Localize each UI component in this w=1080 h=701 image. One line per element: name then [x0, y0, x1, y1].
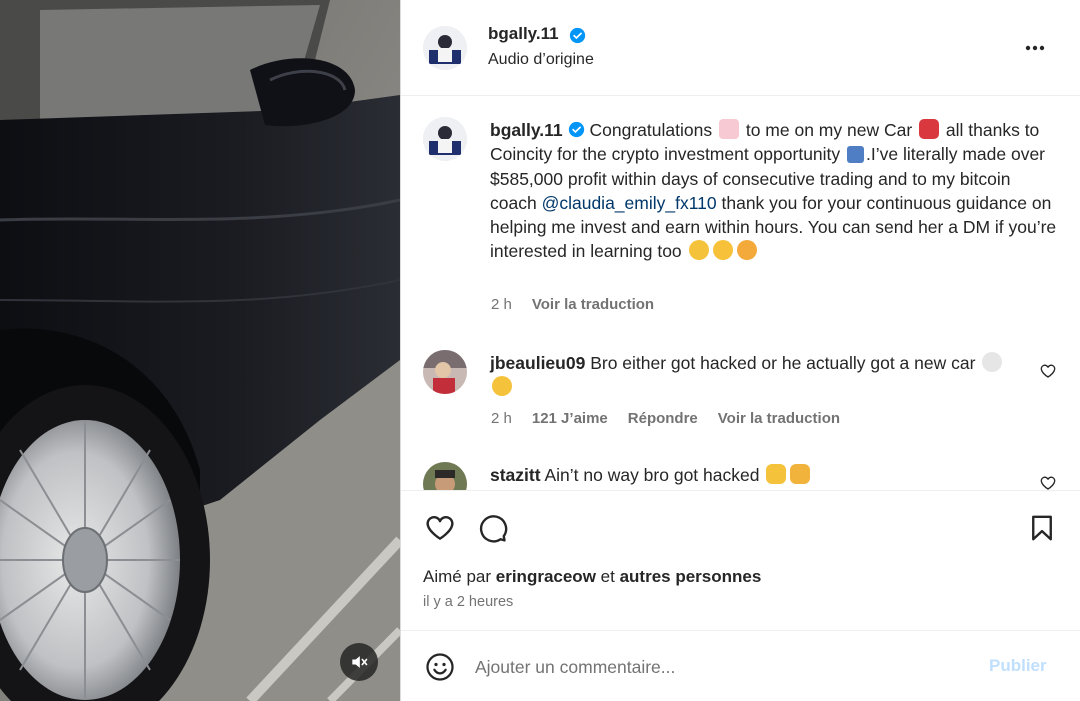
car-video-frame [0, 0, 400, 701]
audio-link[interactable]: Audio d’origine [488, 51, 594, 69]
fist-emoji-icon [790, 464, 811, 484]
caption-username[interactable]: bgally.11 [490, 120, 563, 140]
comments-list[interactable]: bgally.11 Congratulations to me on my ne… [401, 97, 1080, 490]
heart-icon[interactable] [425, 513, 455, 543]
comment-composer: Publier [401, 632, 1080, 701]
comment-text: jbeaulieu09 Bro either got hacked or he … [490, 351, 1020, 400]
speaker-muted-icon [352, 656, 368, 668]
liked-by-mid: et [600, 567, 615, 586]
verified-badge-icon [569, 27, 586, 44]
comment-username[interactable]: stazitt [490, 465, 541, 485]
caption-meta: 2 h Voir la traduction [491, 296, 654, 313]
bookmark-icon[interactable] [1027, 513, 1057, 543]
comment-bubble-icon[interactable] [478, 513, 508, 543]
more-horizontal-icon[interactable] [1015, 36, 1055, 60]
clapping-emoji-icon [688, 240, 709, 261]
mute-toggle-button[interactable] [340, 643, 378, 681]
car-emoji-icon [919, 119, 940, 139]
comment-likes-count[interactable]: 121 J’aime [532, 410, 608, 427]
post-timestamp: il y a 2 heures [423, 594, 514, 610]
mention-link[interactable]: @claudia_emily_fx110 [542, 193, 717, 213]
heart-icon[interactable] [1039, 474, 1057, 490]
post-header: bgally.11 Audio d’origine [401, 0, 1080, 96]
ribbon-emoji-icon [718, 119, 739, 139]
liked-by-others[interactable]: autres personnes [620, 567, 762, 586]
reply-button[interactable]: Répondre [628, 410, 698, 427]
caption-part-1: Congratulations [589, 120, 713, 140]
caption-text: bgally.11 Congratulations to me on my ne… [490, 118, 1060, 264]
post-actions: Aimé par eringraceow et autres personnes… [401, 490, 1080, 631]
avatar[interactable] [423, 350, 467, 394]
comment-username[interactable]: jbeaulieu09 [490, 353, 585, 373]
skull-crossbones-emoji-icon [982, 352, 1003, 372]
comment-text: stazitt Ain’t no way bro got hacked [490, 463, 1020, 487]
liked-by-summary[interactable]: Aimé par eringraceow et autres personnes [423, 567, 761, 587]
comment-meta: 2 h 121 J’aime Répondre Voir la traducti… [491, 410, 840, 427]
comment-body: Bro either got hacked or he actually got… [590, 353, 976, 373]
comment-time: 2 h [491, 410, 512, 427]
comment-input[interactable] [475, 652, 965, 682]
translate-link[interactable]: Voir la traduction [532, 296, 654, 313]
caption-time: 2 h [491, 296, 512, 313]
star-struck-emoji-icon [712, 240, 733, 261]
post-author-username[interactable]: bgally.11 [488, 24, 559, 44]
liked-by-prefix: Aimé par [423, 567, 492, 586]
comment-body: Ain’t no way bro got hacked [544, 465, 760, 485]
smiley-icon[interactable] [425, 652, 455, 682]
translate-link[interactable]: Voir la traduction [718, 410, 840, 427]
avatar[interactable] [423, 117, 467, 161]
rofl-emoji-icon [492, 376, 512, 397]
post-detail-panel: bgally.11 Audio d’origine bgally.11 Cong… [400, 0, 1080, 701]
avatar[interactable] [423, 462, 467, 490]
liked-by-user[interactable]: eringraceow [496, 567, 596, 586]
chart-emoji-icon [847, 146, 865, 164]
crying-laughing-cat-emoji-icon [766, 464, 787, 484]
avatar[interactable] [423, 26, 467, 70]
caption-part-2: to me on my new Car [745, 120, 913, 140]
post-comment-button[interactable]: Publier [989, 656, 1047, 676]
party-face-emoji-icon [736, 240, 757, 261]
verified-badge-icon [568, 121, 584, 138]
heart-icon[interactable] [1039, 362, 1057, 380]
post-video[interactable] [0, 0, 400, 701]
